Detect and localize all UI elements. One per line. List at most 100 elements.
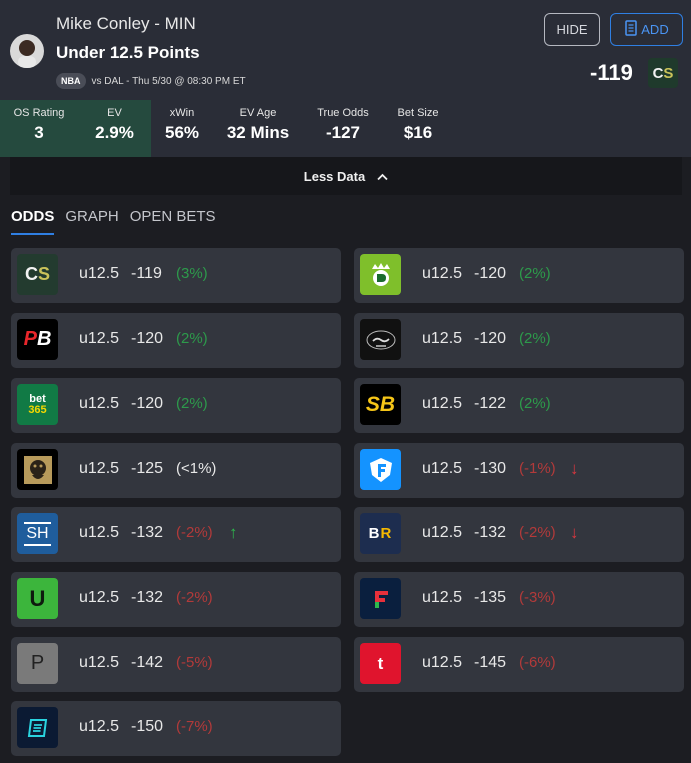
book-line: u12.5: [422, 589, 463, 606]
betrivers-logo: BR: [360, 513, 401, 554]
book-line: u12.5: [79, 330, 120, 347]
book-card-hardrock[interactable]: u12.5 -120 (2%): [354, 313, 684, 368]
book-odds: -132: [131, 524, 164, 541]
e-logo: [17, 707, 58, 748]
draftkings-logo: [360, 254, 401, 295]
book-odds: -130: [474, 460, 507, 477]
book-card-betrivers[interactable]: BR u12.5 -132 (-2%) ↓: [354, 507, 684, 562]
book-ev: (-2%): [519, 524, 556, 541]
book-line: u12.5: [79, 265, 120, 282]
book-odds: -119: [131, 265, 162, 282]
book-line: u12.5: [422, 265, 463, 282]
book-ev: (3%): [176, 265, 208, 282]
add-button[interactable]: ADD: [610, 13, 683, 46]
book-ev: (-5%): [176, 654, 213, 671]
best-book-logo: CS: [648, 58, 678, 88]
caesars-logo: CS: [17, 254, 58, 295]
bet365-logo: bet 365: [17, 384, 58, 425]
book-card-sh[interactable]: SH u12.5 -132 (-2%) ↑: [11, 507, 341, 562]
pointsbet-logo: PB: [17, 319, 58, 360]
tabs: ODDS GRAPH OPEN BETS: [11, 208, 216, 235]
book-ev: (2%): [519, 395, 551, 412]
stats-bar: OS Rating 3 EV 2.9% xWin 56% EV Age 32 M…: [0, 100, 691, 157]
sh-logo: SH: [17, 513, 58, 554]
less-data-label: Less Data: [303, 168, 366, 184]
book-line: u12.5: [422, 460, 463, 477]
chevron-up-icon: [377, 169, 388, 184]
p-logo: P: [17, 643, 58, 684]
book-ev: (-3%): [519, 589, 556, 606]
tab-open-bets[interactable]: OPEN BETS: [130, 208, 216, 235]
player-name: Mike Conley - MIN: [56, 14, 196, 33]
hide-button[interactable]: HIDE: [544, 13, 600, 46]
book-card-fanduel[interactable]: u12.5 -130 (-1%) ↓: [354, 443, 684, 498]
book-line: u12.5: [79, 395, 120, 412]
unibet-logo: U: [17, 578, 58, 619]
arrow-up-icon: ↑: [229, 523, 238, 542]
league-badge: NBA: [56, 73, 86, 89]
book-odds: -142: [131, 654, 164, 671]
book-card-draftkings[interactable]: u12.5 -120 (2%): [354, 248, 684, 303]
arrow-down-icon: ↓: [570, 459, 579, 478]
book-odds: -120: [474, 330, 507, 347]
book-ev: (-2%): [176, 524, 213, 541]
stat-xwin: xWin 56%: [164, 107, 200, 142]
hardrock-logo: [360, 319, 401, 360]
book-card-e[interactable]: u12.5 -150 (-7%): [11, 701, 341, 756]
player-avatar: [10, 34, 44, 68]
book-line: u12.5: [79, 654, 120, 671]
prop-line: Under 12.5 Points: [56, 43, 200, 62]
book-ev: (-7%): [176, 718, 213, 735]
add-label: ADD: [641, 22, 669, 37]
book-ev: (<1%): [176, 460, 217, 477]
book-odds: -132: [474, 524, 507, 541]
betmgm-logo: [17, 449, 58, 490]
book-card-pointsbet[interactable]: PB u12.5 -120 (2%): [11, 313, 341, 368]
book-ev: (-6%): [519, 654, 556, 671]
book-card-cs[interactable]: CS u12.5 -119 (3%): [11, 248, 341, 303]
book-odds: -120: [474, 265, 507, 282]
book-card-unibet[interactable]: U u12.5 -132 (-2%): [11, 572, 341, 627]
book-ev: (2%): [519, 330, 551, 347]
book-card-bet365[interactable]: bet 365 u12.5 -120 (2%): [11, 378, 341, 433]
book-odds: -120: [131, 330, 164, 347]
book-line: u12.5: [422, 395, 463, 412]
tab-graph[interactable]: GRAPH: [65, 208, 118, 235]
book-ev: (-1%): [519, 460, 556, 477]
tab-odds[interactable]: ODDS: [11, 208, 55, 235]
book-line: u12.5: [422, 524, 463, 541]
stat-true-odds: True Odds -127: [317, 107, 369, 142]
book-card-t[interactable]: t u12.5 -145 (-6%): [354, 637, 684, 692]
stat-os-rating: OS Rating 3: [0, 100, 78, 157]
stat-ev-age: EV Age 32 Mins: [226, 107, 290, 142]
book-odds: -125: [131, 460, 164, 477]
book-card-betmgm[interactable]: u12.5 -125 (<1%): [11, 443, 341, 498]
book-odds: -120: [131, 395, 164, 412]
book-ev: (2%): [519, 265, 551, 282]
book-odds: -150: [131, 718, 164, 735]
bet-header: Mike Conley - MIN Under 12.5 Points NBA …: [0, 0, 691, 100]
book-line: u12.5: [79, 589, 120, 606]
best-odds: -119: [590, 60, 633, 85]
arrow-down-icon: ↓: [570, 523, 579, 542]
stat-bet-size: Bet Size $16: [397, 107, 439, 142]
book-card-fanatics[interactable]: u12.5 -135 (-3%): [354, 572, 684, 627]
t-logo: t: [360, 643, 401, 684]
less-data-toggle[interactable]: Less Data: [10, 157, 682, 195]
fanduel-logo: [360, 449, 401, 490]
receipt-icon: [624, 20, 638, 39]
book-ev: (2%): [176, 330, 208, 347]
book-ev: (-2%): [176, 589, 213, 606]
sb-logo: SB: [360, 384, 401, 425]
book-odds: -122: [474, 395, 507, 412]
book-line: u12.5: [79, 524, 120, 541]
book-line: u12.5: [422, 654, 463, 671]
book-odds: -135: [474, 589, 507, 606]
book-ev: (2%): [176, 395, 208, 412]
book-line: u12.5: [79, 460, 120, 477]
book-odds: -132: [131, 589, 164, 606]
book-card-sb[interactable]: SB u12.5 -122 (2%): [354, 378, 684, 433]
stat-ev: EV 2.9%: [78, 100, 151, 157]
book-odds: -145: [474, 654, 507, 671]
book-card-p[interactable]: P u12.5 -142 (-5%): [11, 637, 341, 692]
